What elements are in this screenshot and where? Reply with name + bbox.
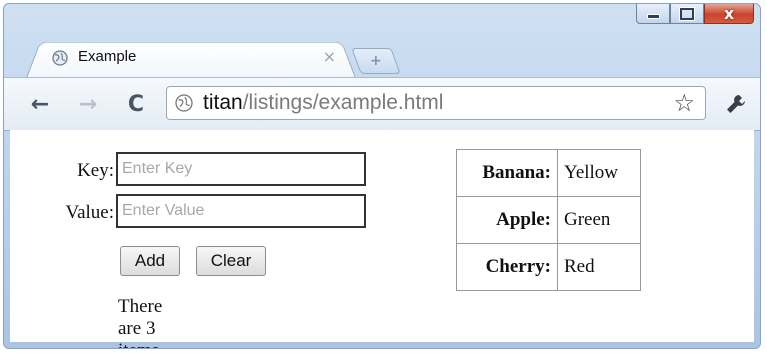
fruit-table: Banana: Yellow Apple: Green Cherry: Red — [456, 149, 641, 291]
back-arrow-icon: ← — [30, 91, 50, 117]
reload-button[interactable]: C — [122, 90, 150, 118]
maximize-icon — [680, 7, 694, 20]
browser-toolbar: ← → C titan/listings/example.html ☆ — [4, 77, 760, 131]
fruit-color-cell: Green — [557, 196, 641, 244]
item-count-text: There are 3 items — [118, 296, 163, 348]
clear-button[interactable]: Clear — [196, 246, 266, 276]
add-button[interactable]: Add — [120, 246, 180, 276]
value-input[interactable] — [116, 194, 366, 228]
wrench-menu-button[interactable] — [722, 90, 750, 118]
url-text: titan/listings/example.html — [203, 91, 443, 115]
reload-icon: C — [127, 91, 145, 117]
tab-close-icon[interactable]: × — [323, 47, 336, 66]
tab-background — [26, 41, 356, 78]
close-window-button[interactable]: x — [704, 4, 754, 24]
bookmark-star-icon[interactable]: ☆ — [673, 89, 695, 117]
table-row: Cherry: Red — [456, 243, 641, 291]
tab-title: Example — [78, 48, 137, 65]
fruit-name-cell: Apple: — [456, 196, 558, 244]
forward-arrow-icon: → — [78, 91, 98, 117]
page-content: Key: Value: Add Clear There are 3 items … — [10, 130, 754, 348]
page-icon — [175, 94, 193, 112]
key-label: Key: — [77, 160, 114, 181]
address-bar[interactable]: titan/listings/example.html ☆ — [166, 86, 706, 120]
fruit-name-cell: Cherry: — [456, 243, 558, 291]
wrench-icon — [727, 95, 745, 113]
close-icon: x — [723, 3, 735, 23]
table-row: Banana: Yellow — [456, 149, 641, 197]
browser-window: x Example × + ← → C titan/listings/examp… — [3, 3, 761, 349]
maximize-button[interactable] — [670, 4, 704, 24]
table-row: Apple: Green — [456, 196, 641, 244]
window-caption-buttons: x — [636, 4, 754, 24]
value-label: Value: — [65, 202, 114, 223]
minimize-icon — [646, 14, 660, 19]
forward-button[interactable]: → — [74, 90, 102, 118]
tab-example[interactable]: Example × — [26, 38, 356, 78]
key-input[interactable] — [116, 152, 366, 186]
fruit-name-cell: Banana: — [456, 149, 558, 197]
plus-icon: + — [370, 53, 382, 69]
back-button[interactable]: ← — [26, 90, 54, 118]
minimize-button[interactable] — [636, 4, 670, 24]
new-tab-button[interactable]: + — [351, 48, 401, 74]
fruit-color-cell: Yellow — [557, 149, 641, 197]
fruit-color-cell: Red — [557, 243, 641, 291]
url-host: titan — [203, 91, 243, 114]
url-path: /listings/example.html — [242, 91, 444, 114]
globe-icon — [52, 50, 68, 66]
